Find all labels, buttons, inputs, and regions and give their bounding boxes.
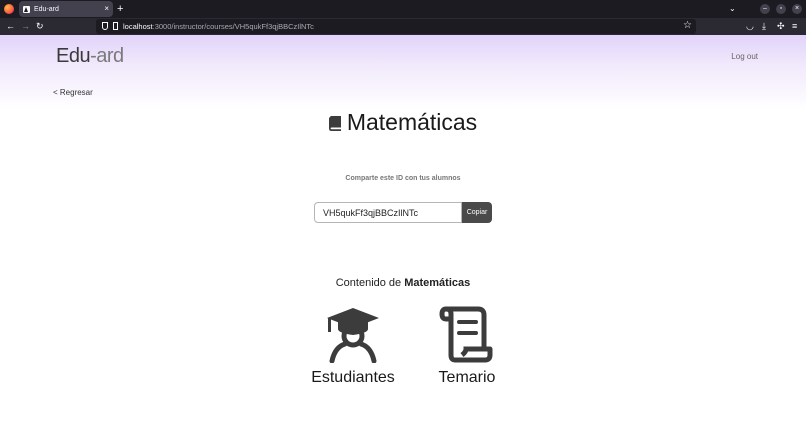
tab-list-chevron-icon[interactable]: ⌄ [729, 2, 736, 16]
close-window-icon[interactable]: × [792, 4, 802, 14]
share-id-label: Comparte este ID con tus alumnos [345, 175, 461, 182]
minimize-icon[interactable]: – [760, 4, 770, 14]
bookmark-star-icon[interactable]: ☆ [683, 20, 692, 32]
course-header: Matemáticas [0, 109, 806, 136]
logo-main: Edu [56, 45, 91, 67]
page-info-icon[interactable] [113, 22, 118, 30]
copy-button[interactable]: Copiar [462, 202, 492, 223]
tracking-shield-icon[interactable] [102, 22, 108, 30]
back-arrow-icon[interactable]: ← [6, 20, 15, 33]
page: Edu-ard Log out < Regresar Matemáticas C… [0, 35, 806, 440]
tab-close-icon[interactable]: × [104, 5, 109, 13]
download-icon[interactable]: ⤓ [762, 20, 766, 33]
menu-icon[interactable]: ≡ [792, 20, 797, 33]
browser-tab-bar: Edu-ard × + ⌄ – ▫ × [0, 0, 806, 18]
content-heading-prefix: Contenido de [335, 277, 405, 289]
page-title: Matemáticas [346, 109, 478, 135]
browser-tab[interactable]: Edu-ard × [19, 1, 113, 17]
content-heading: Contenido de Matemáticas [0, 277, 806, 289]
tab-favicon-icon [23, 5, 30, 13]
logo[interactable]: Edu-ard [56, 45, 124, 68]
new-tab-icon[interactable]: + [117, 2, 123, 16]
firefox-icon [4, 4, 14, 14]
logo-end: ard [96, 45, 124, 67]
content-heading-course: Matemáticas [404, 277, 471, 289]
course-id-group: Copiar [314, 202, 492, 223]
students-label: Estudiantes [311, 369, 395, 386]
maximize-icon[interactable]: ▫ [776, 4, 786, 14]
url-text[interactable]: localhost:3000/instructor/courses/VH5quk… [123, 21, 314, 32]
browser-nav-bar: ← → ↻ localhost:3000/instructor/courses/… [0, 18, 806, 35]
address-bar[interactable]: localhost:3000/instructor/courses/VH5quk… [96, 19, 696, 34]
pocket-icon[interactable]: ◡ [746, 20, 754, 33]
reload-icon[interactable]: ↻ [36, 20, 44, 33]
course-id-field[interactable] [314, 202, 462, 223]
students-card[interactable]: Estudiantes [306, 305, 400, 387]
logout-link[interactable]: Log out [731, 52, 758, 61]
book-icon [328, 116, 341, 131]
syllabus-label: Temario [438, 369, 496, 386]
tab-title: Edu-ard [34, 5, 59, 13]
syllabus-card[interactable]: Temario [433, 305, 501, 387]
extensions-icon[interactable]: ✣ [777, 20, 785, 33]
back-link[interactable]: < Regresar [53, 88, 93, 97]
graduate-student-icon [327, 308, 379, 363]
scroll-icon [439, 306, 493, 363]
forward-arrow-icon[interactable]: → [21, 20, 30, 33]
